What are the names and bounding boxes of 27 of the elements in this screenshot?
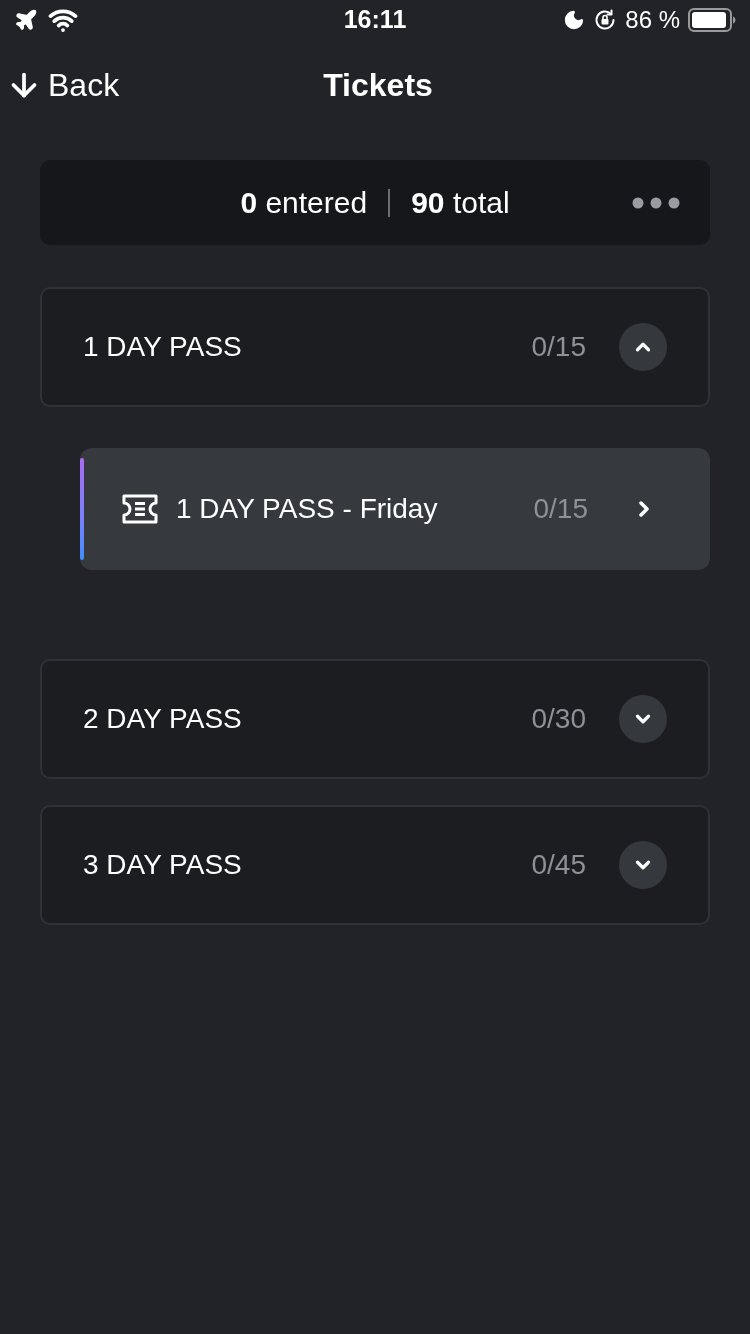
expand-toggle-button[interactable]: [619, 841, 667, 889]
pass-group-count: 0/30: [531, 702, 586, 736]
total-count: 90 total: [411, 185, 510, 221]
page-title: Tickets: [323, 66, 433, 105]
status-time: 16:11: [343, 4, 407, 36]
airplane-icon: [14, 8, 38, 32]
pass-group-name: 1 DAY PASS: [83, 330, 242, 364]
pass-group-card[interactable]: 1 DAY PASS 0/15: [40, 287, 710, 407]
moon-icon: [563, 9, 586, 31]
more-options-button[interactable]: [632, 196, 680, 209]
ticket-row[interactable]: 1 DAY PASS - Friday 0/15: [80, 448, 710, 570]
ticket-icon: [122, 494, 158, 524]
expand-toggle-button[interactable]: [619, 323, 667, 371]
pass-group-card[interactable]: 2 DAY PASS 0/30: [40, 659, 710, 779]
pass-group-count: 0/15: [531, 330, 586, 364]
battery-percent: 86 %: [625, 5, 680, 35]
pass-group-name: 3 DAY PASS: [83, 848, 242, 882]
battery-icon: [688, 8, 736, 32]
ticket-name: 1 DAY PASS - Friday: [176, 492, 438, 526]
pass-group-name: 2 DAY PASS: [83, 702, 242, 736]
ticket-count: 0/15: [533, 492, 588, 526]
back-button[interactable]: Back: [6, 61, 120, 109]
entered-count: 0 entered: [240, 185, 368, 221]
pass-group-count: 0/45: [531, 848, 586, 882]
more-icon: [632, 196, 680, 209]
expand-toggle-button[interactable]: [619, 695, 667, 743]
pass-group-card[interactable]: 3 DAY PASS 0/45: [40, 805, 710, 925]
